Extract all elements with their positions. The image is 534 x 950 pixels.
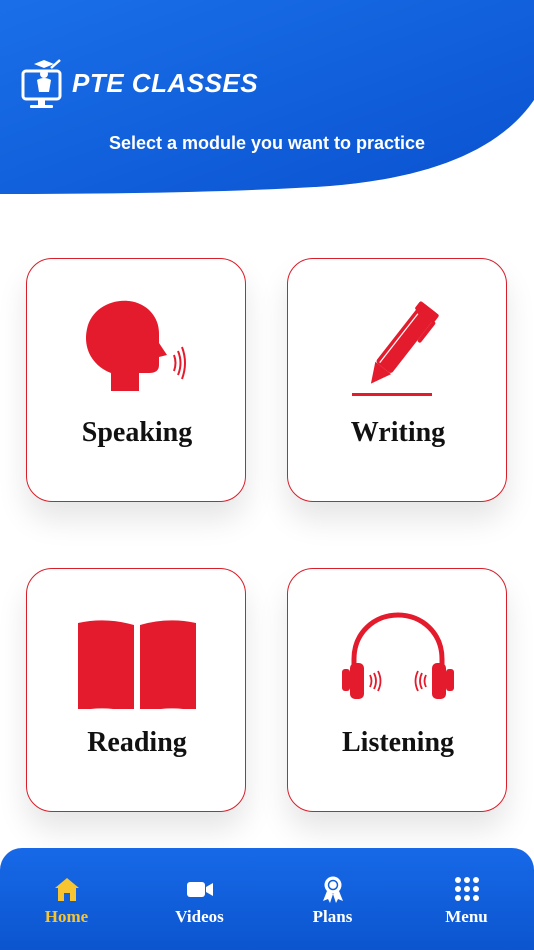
nav-item-videos[interactable]: Videos	[133, 848, 266, 950]
bottom-navigation: Home Videos Plans Menu	[0, 848, 534, 950]
logo-icon	[21, 59, 62, 108]
pen-icon	[288, 299, 508, 409]
brand-name: PTE CLASSES	[72, 68, 259, 98]
nav-label: Plans	[312, 907, 353, 926]
module-card-reading[interactable]: Reading	[26, 568, 246, 812]
headphones-icon	[288, 609, 508, 719]
speaking-head-icon	[27, 299, 247, 409]
nav-item-plans[interactable]: Plans	[266, 848, 399, 950]
nav-label: Menu	[445, 907, 488, 926]
module-card-listening[interactable]: Listening	[287, 568, 507, 812]
module-card-speaking[interactable]: Speaking	[26, 258, 246, 502]
open-book-icon	[27, 609, 247, 719]
nav-item-menu[interactable]: Menu	[400, 848, 533, 950]
module-label: Listening	[341, 727, 455, 758]
header-subtitle: Select a module you want to practice	[0, 133, 534, 154]
header: PTE CLASSES Select a module you want to …	[0, 0, 534, 200]
nav-item-home[interactable]: Home	[0, 848, 133, 950]
nav-label: Videos	[175, 907, 224, 926]
subtitle-text: Select a module you want to practice	[108, 133, 426, 153]
home-icon	[54, 878, 79, 901]
module-label: Speaking	[81, 417, 193, 448]
award-badge-icon	[322, 876, 343, 903]
app-screen: PTE CLASSES Select a module you want to …	[0, 0, 534, 950]
header-background	[0, 0, 534, 194]
video-camera-icon	[186, 882, 213, 897]
module-label: Reading	[87, 727, 187, 758]
grid-menu-icon	[454, 877, 479, 901]
module-card-writing[interactable]: Writing	[287, 258, 507, 502]
module-label: Writing	[350, 417, 446, 448]
nav-label: Home	[44, 907, 89, 926]
